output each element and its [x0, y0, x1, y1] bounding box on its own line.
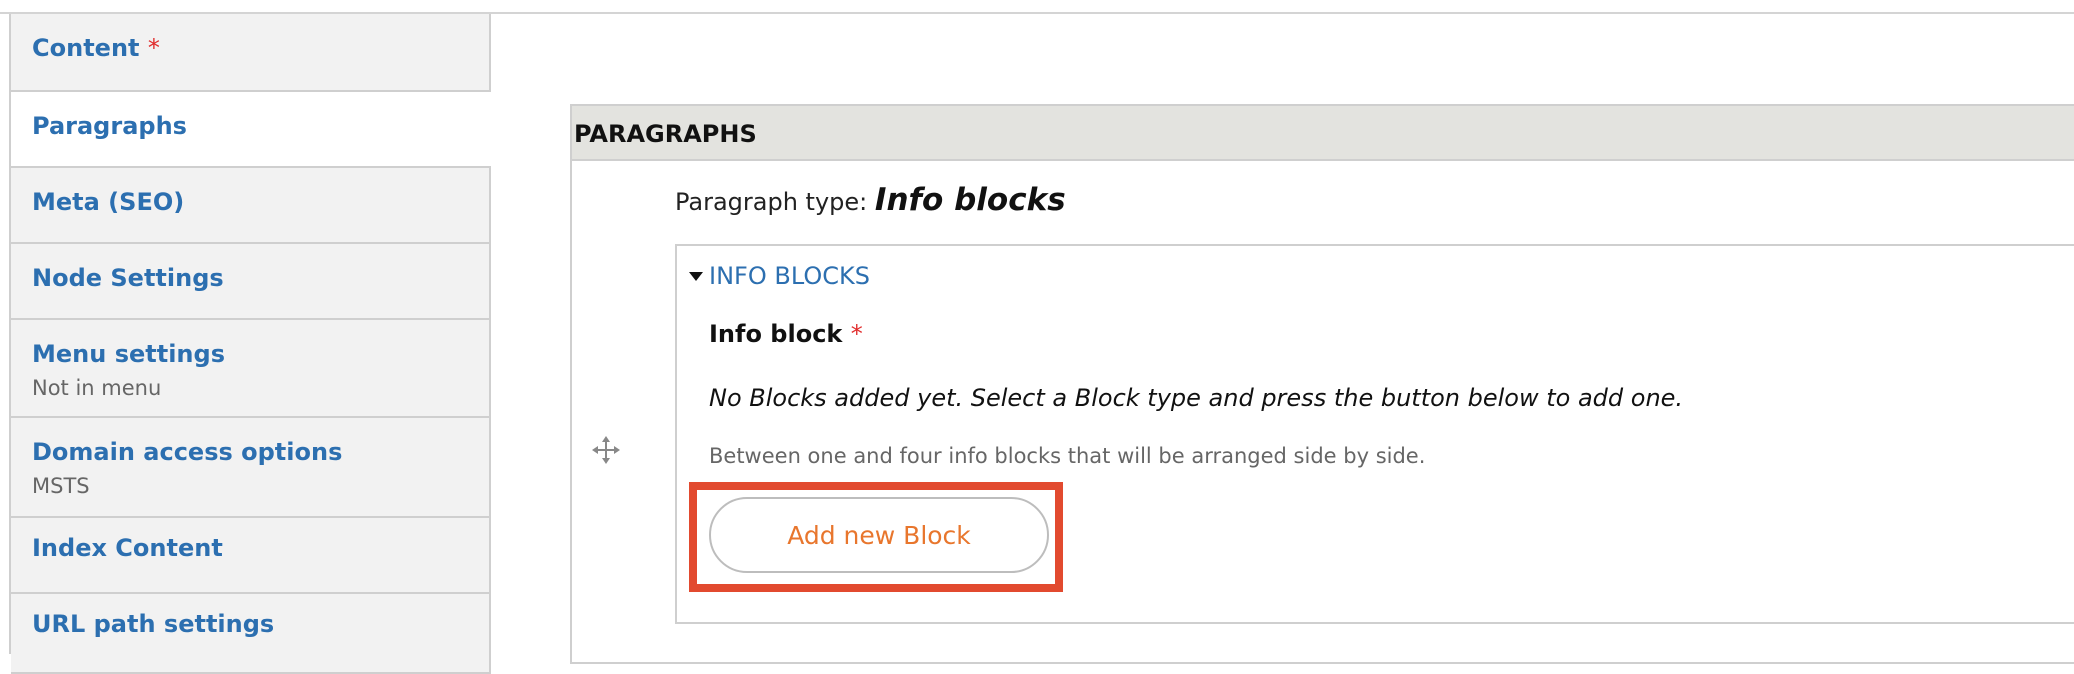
info-block-field-label: Info block *	[709, 320, 863, 348]
tab-index-content[interactable]: Index Content	[11, 518, 491, 594]
tab-label: Paragraphs	[32, 112, 187, 140]
details-summary-label: INFO BLOCKS	[709, 262, 870, 290]
tab-label: Content	[32, 34, 140, 62]
required-marker: *	[850, 320, 863, 348]
triangle-down-icon	[689, 271, 703, 281]
paragraph-type-label: Paragraph type:	[675, 188, 868, 216]
add-new-block-button[interactable]: Add new Block	[709, 497, 1049, 573]
tab-label: URL path settings	[32, 610, 275, 638]
empty-message: No Blocks added yet. Select a Block type…	[709, 384, 1684, 412]
info-blocks-details: INFO BLOCKS Info block * No Blocks added…	[675, 244, 2074, 624]
paragraphs-header: PARAGRAPHS	[572, 106, 2074, 161]
tab-url-path-settings[interactable]: URL path settings	[11, 594, 491, 674]
field-description: Between one and four info blocks that wi…	[709, 444, 1426, 468]
paragraphs-fieldset: PARAGRAPHS Paragraph type: Info blocks I…	[570, 104, 2074, 664]
info-blocks-summary[interactable]: INFO BLOCKS	[689, 262, 870, 290]
tab-label: Domain access options	[32, 438, 343, 466]
vertical-tabs: Content * Paragraphs Meta (SEO) Node Set…	[9, 14, 491, 674]
move-handle-icon[interactable]	[592, 436, 620, 464]
paragraph-type-value: Info blocks	[874, 182, 1066, 218]
tab-label: Menu settings	[32, 340, 225, 368]
tab-label: Node Settings	[32, 264, 224, 292]
tab-node-settings[interactable]: Node Settings	[11, 244, 491, 320]
tab-summary: Not in menu	[32, 376, 162, 400]
tab-content[interactable]: Content *	[11, 14, 491, 92]
field-label-text: Info block	[709, 320, 843, 348]
tab-menu-settings[interactable]: Menu settings Not in menu	[11, 320, 491, 418]
tab-domain-access-options[interactable]: Domain access options MSTS	[11, 418, 491, 518]
tab-summary: MSTS	[32, 474, 90, 498]
paragraph-type: Paragraph type: Info blocks	[675, 182, 1066, 218]
tab-paragraphs[interactable]: Paragraphs	[11, 92, 491, 168]
tab-label: Meta (SEO)	[32, 188, 185, 216]
required-marker: *	[147, 34, 160, 62]
tab-meta-seo[interactable]: Meta (SEO)	[11, 168, 491, 244]
tab-label: Index Content	[32, 534, 223, 562]
section-title: PARAGRAPHS	[574, 120, 757, 148]
